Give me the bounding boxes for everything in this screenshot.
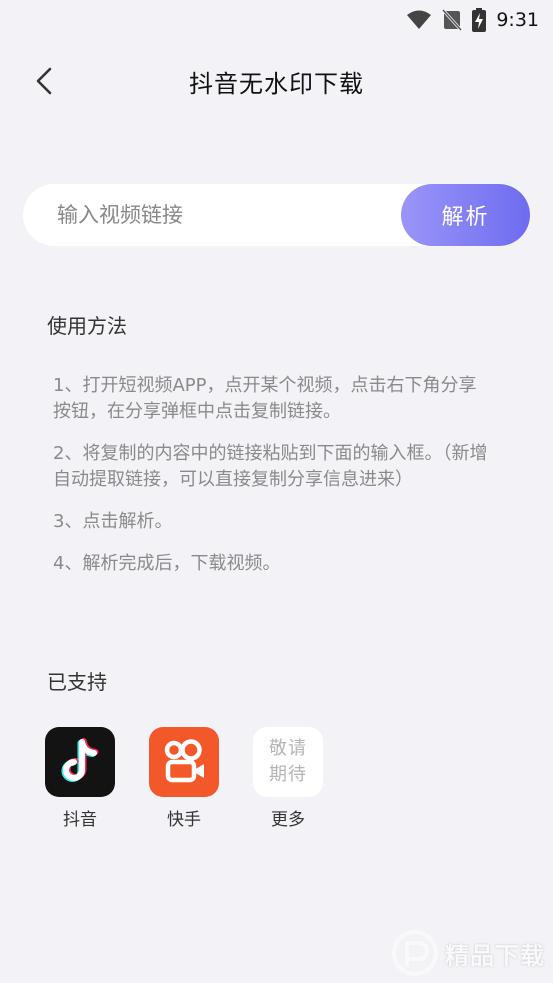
app-douyin[interactable]: 抖音 — [45, 727, 115, 830]
parse-button[interactable]: 解析 — [401, 184, 530, 246]
watermark-text: 精品下载 — [445, 941, 545, 970]
coming-soon-tile: 敬请 期待 — [253, 727, 323, 797]
usage-step: 2、将复制的内容中的链接粘贴到下面的输入框。（新增自动提取链接，可以直接复制分享… — [53, 443, 488, 490]
page-title: 抖音无水印下载 — [189, 69, 364, 98]
app-kuaishou[interactable]: 快手 — [149, 727, 219, 830]
usage-section-title: 使用方法 — [47, 314, 127, 338]
usage-steps-list: 1、打开短视频APP，点开某个视频，点击右下角分享按钮，在分享弹框中点击复制链接… — [53, 373, 493, 593]
video-link-input[interactable] — [23, 184, 401, 246]
clock-time: 9:31 — [496, 9, 539, 31]
coming-soon-line2: 期待 — [269, 764, 307, 785]
supported-apps: 抖音 快手 敬请 期待 更多 — [45, 727, 323, 830]
app-label: 抖音 — [63, 810, 97, 830]
status-bar: 9:31 — [0, 0, 553, 40]
kuaishou-icon — [149, 727, 219, 797]
app-label: 更多 — [271, 810, 305, 830]
wifi-icon — [406, 10, 432, 30]
watermark-logo-icon — [392, 930, 438, 976]
link-search-bar: 解析 — [23, 184, 530, 246]
app-more[interactable]: 敬请 期待 更多 — [253, 727, 323, 830]
usage-step: 3、点击解析。 — [53, 511, 173, 532]
header: 抖音无水印下载 — [0, 55, 553, 107]
app-screen: 9:31 抖音无水印下载 解析 使用方法 1、打开短视频APP，点开某个视频，点… — [0, 0, 553, 983]
supported-section-title: 已支持 — [47, 670, 107, 694]
no-signal-icon — [442, 9, 463, 31]
douyin-icon — [45, 727, 115, 797]
watermark: 精品下载 — [391, 923, 545, 983]
coming-soon-line1: 敬请 — [269, 738, 307, 759]
back-button[interactable] — [28, 65, 60, 97]
back-arrow-icon — [36, 67, 52, 95]
app-label: 快手 — [167, 810, 201, 830]
battery-charging-icon — [472, 8, 487, 32]
usage-step: 4、解析完成后，下载视频。 — [53, 553, 281, 574]
usage-step: 1、打开短视频APP，点开某个视频，点击右下角分享按钮，在分享弹框中点击复制链接… — [53, 375, 477, 422]
